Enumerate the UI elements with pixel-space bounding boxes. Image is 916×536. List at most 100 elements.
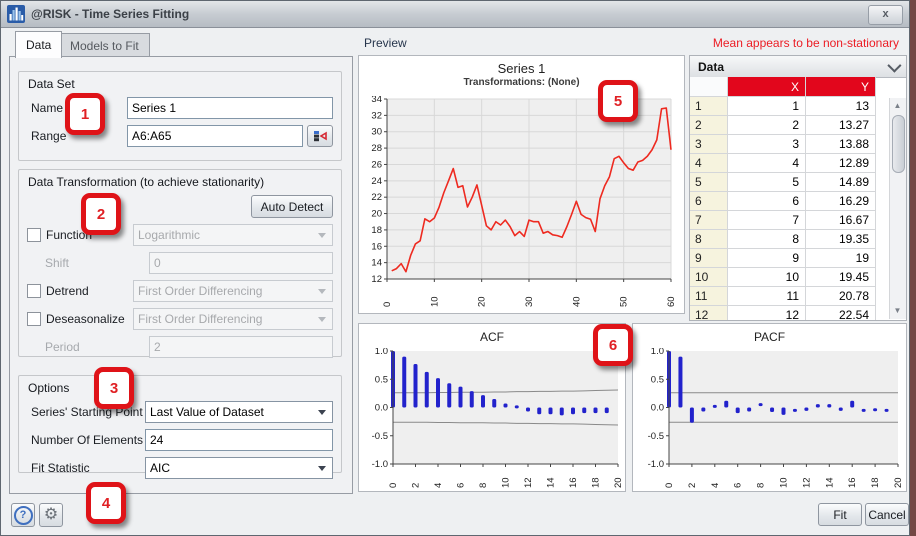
chevron-down-icon: [318, 410, 326, 415]
gear-icon: ⚙: [44, 507, 58, 523]
data-table-header[interactable]: Data: [690, 56, 906, 78]
svg-text:1.0: 1.0: [375, 348, 388, 357]
range-input[interactable]: A6:A65: [127, 125, 303, 147]
svg-text:-1.0: -1.0: [648, 459, 664, 470]
svg-text:60: 60: [666, 296, 677, 307]
svg-text:0.5: 0.5: [651, 374, 664, 385]
range-picker-button[interactable]: [307, 125, 333, 147]
cell-x: 2: [728, 116, 806, 135]
row-number: 7: [690, 211, 728, 230]
svg-text:34: 34: [371, 96, 382, 105]
row-number: 2: [690, 116, 728, 135]
cancel-button[interactable]: Cancel: [865, 503, 909, 526]
svg-text:10: 10: [779, 477, 790, 488]
help-button[interactable]: ?: [11, 503, 35, 527]
fit-statistic-select[interactable]: AIC: [145, 457, 333, 479]
grid-scrollbar[interactable]: ▲ ▼: [889, 98, 906, 319]
help-icon: ?: [14, 506, 33, 525]
table-row: 6616.29: [690, 192, 906, 211]
cell-y: 13: [806, 97, 876, 116]
svg-text:20: 20: [613, 477, 623, 488]
cell-y: 16.29: [806, 192, 876, 211]
window-title: @RISK - Time Series Fitting: [31, 7, 189, 21]
svg-text:6: 6: [733, 483, 744, 488]
dialog-window: @RISK - Time Series Fitting x Data Model…: [0, 0, 910, 536]
warning-text: Mean appears to be non-stationary: [713, 36, 899, 50]
scroll-down-icon[interactable]: ▼: [891, 304, 904, 318]
row-number: 5: [690, 173, 728, 192]
table-row: 111120.78: [690, 287, 906, 306]
cell-y: 12.89: [806, 154, 876, 173]
period-label: Period: [45, 340, 149, 354]
svg-text:20: 20: [371, 209, 382, 220]
cell-x: 8: [728, 230, 806, 249]
data-grid: X Y 11132213.273313.884412.895514.896616…: [690, 77, 906, 320]
svg-text:0: 0: [388, 483, 399, 488]
function-select: Logarithmic: [133, 224, 333, 246]
svg-text:8: 8: [478, 483, 489, 488]
series-chart-title: Series 1: [359, 61, 684, 76]
pacf-title: PACF: [633, 330, 906, 344]
cell-x: 1: [728, 97, 806, 116]
cell-y: 19: [806, 249, 876, 268]
cell-y: 16.67: [806, 211, 876, 230]
row-number: 1: [690, 97, 728, 116]
svg-text:0.5: 0.5: [375, 374, 388, 385]
svg-text:4: 4: [710, 483, 721, 488]
tab-models-to-fit[interactable]: Models to Fit: [59, 33, 150, 58]
title-bar[interactable]: @RISK - Time Series Fitting x: [1, 1, 909, 28]
chevron-down-icon: [318, 233, 326, 238]
range-picker-icon: [313, 130, 327, 143]
callout-badge-2: 2: [81, 193, 121, 235]
data-set-title: Data Set: [19, 72, 341, 91]
grid-corner-cell: [690, 77, 728, 97]
callout-badge-5: 5: [598, 80, 638, 122]
auto-detect-button[interactable]: Auto Detect: [251, 195, 333, 218]
svg-text:-0.5: -0.5: [648, 431, 664, 442]
shift-input: 0: [149, 252, 333, 274]
starting-point-select[interactable]: Last Value of Dataset: [145, 401, 333, 423]
callout-badge-6: 6: [593, 324, 633, 366]
svg-text:14: 14: [371, 258, 382, 269]
pacf-bar-chart: -1.0-0.50.00.51.002468101214161820: [639, 348, 903, 490]
row-number: 6: [690, 192, 728, 211]
tab-data[interactable]: Data: [15, 31, 62, 58]
svg-text:50: 50: [619, 296, 630, 307]
fit-button[interactable]: Fit: [818, 503, 862, 526]
svg-text:0: 0: [664, 483, 675, 488]
table-row: 121222.54: [690, 306, 906, 320]
table-row: 101019.45: [690, 268, 906, 287]
scroll-thumb[interactable]: [892, 115, 905, 173]
detrend-checkbox[interactable]: [27, 284, 41, 298]
row-number: 10: [690, 268, 728, 287]
svg-text:30: 30: [524, 296, 535, 307]
row-number: 9: [690, 249, 728, 268]
cell-y: 19.45: [806, 268, 876, 287]
cell-y: 20.78: [806, 287, 876, 306]
function-checkbox[interactable]: [27, 228, 41, 242]
column-header-x: X: [728, 77, 806, 97]
close-button[interactable]: x: [868, 5, 903, 25]
svg-text:0.0: 0.0: [375, 403, 388, 414]
fit-statistic-label: Fit Statistic: [31, 461, 145, 475]
transformation-title: Data Transformation (to achieve stationa…: [19, 170, 341, 189]
elements-input[interactable]: 24: [145, 429, 333, 451]
table-row: 9919: [690, 249, 906, 268]
table-row: 3313.88: [690, 135, 906, 154]
scroll-up-icon[interactable]: ▲: [891, 99, 904, 113]
chevron-down-icon: [318, 317, 326, 322]
table-row: 1113: [690, 97, 906, 116]
cell-x: 12: [728, 306, 806, 320]
name-input[interactable]: Series 1: [127, 97, 333, 119]
svg-text:-0.5: -0.5: [372, 431, 388, 442]
svg-text:26: 26: [371, 159, 382, 170]
detrend-select: First Order Differencing: [133, 280, 333, 302]
row-number: 11: [690, 287, 728, 306]
svg-text:10: 10: [429, 296, 440, 307]
svg-text:32: 32: [371, 110, 382, 121]
deseasonalize-checkbox[interactable]: [27, 312, 41, 326]
settings-button[interactable]: ⚙: [39, 503, 63, 527]
cell-y: 22.54: [806, 306, 876, 320]
acf-bar-chart: -1.0-0.50.00.51.002468101214161820: [363, 348, 623, 490]
table-row: 8819.35: [690, 230, 906, 249]
